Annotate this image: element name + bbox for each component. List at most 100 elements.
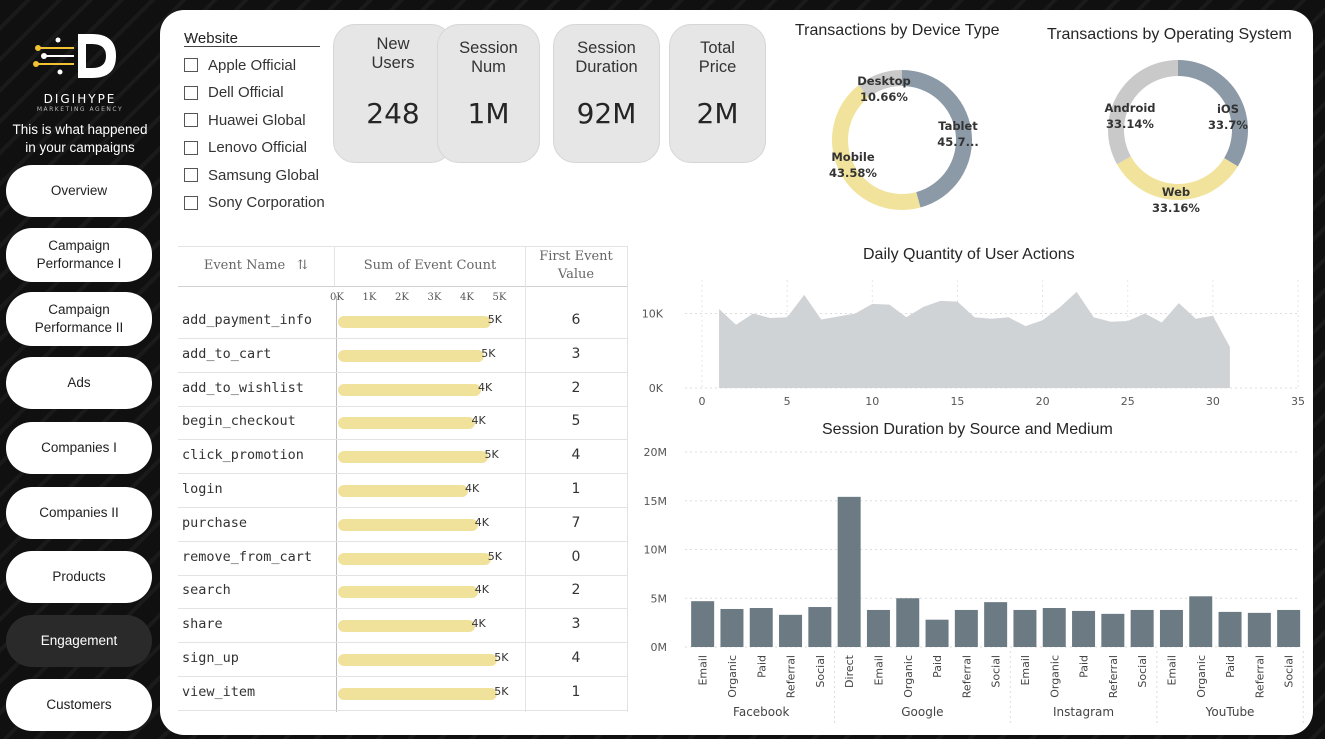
bar-youtube-organic[interactable] — [1189, 596, 1213, 647]
nav-button-companies-ii[interactable]: Companies II — [6, 487, 152, 539]
kpi-card: Session Duration 92M — [553, 24, 660, 163]
bar-google-organic[interactable] — [896, 598, 920, 647]
table-row[interactable]: search 4K 2 — [178, 575, 628, 610]
table-row[interactable]: begin_checkout 4K 5 — [178, 406, 628, 441]
table-row[interactable]: add_to_cart 5K 3 — [178, 339, 628, 373]
nav-button-ads[interactable]: Ads — [6, 357, 152, 409]
bar-google-social[interactable] — [984, 602, 1008, 647]
card-title-line: Price — [698, 58, 737, 76]
slicer-option[interactable]: Apple Official — [184, 55, 296, 75]
bar-facebook-referral[interactable] — [779, 614, 803, 647]
nav-button-customers[interactable]: Customers — [6, 679, 152, 731]
checkbox[interactable] — [184, 140, 198, 155]
event-name-cell: add_to_cart — [182, 345, 272, 362]
nav-button-label: Customers — [46, 697, 112, 712]
nav-button-campaign-performance-i[interactable]: Campaign Performance I — [6, 228, 152, 282]
sort-icon[interactable]: ⇅ — [297, 257, 308, 275]
checkbox[interactable] — [184, 58, 198, 72]
bar-facebook-paid[interactable] — [749, 608, 773, 647]
card-title: Session Num — [438, 39, 539, 77]
kpi-card: Total Price 2M — [669, 24, 766, 163]
bar-facebook-social[interactable] — [808, 607, 832, 647]
x-category-label: Email — [1165, 655, 1178, 686]
first-event-value-cell: 4 — [571, 447, 581, 464]
bar-youtube-paid[interactable] — [1218, 611, 1242, 647]
nav-button-label: Ads — [67, 375, 91, 390]
event-table: Event Name ⇅ Sum of Event Count First Ev… — [178, 246, 628, 712]
nav-button-products[interactable]: Products — [6, 551, 152, 603]
nav-button-campaign-performance-ii[interactable]: Campaign Performance II — [6, 292, 152, 346]
slicer-option-label: Dell Official — [208, 84, 284, 101]
bar-google-email[interactable] — [866, 609, 890, 647]
x-category-label: Referral — [1253, 655, 1266, 698]
donut-value-label: 33.14% — [1106, 117, 1154, 131]
table-row[interactable]: remove_from_cart 5K 0 — [178, 542, 628, 576]
checkbox[interactable] — [184, 168, 198, 182]
first-event-value-cell: 4 — [571, 650, 581, 666]
bar-google-direct[interactable] — [837, 496, 861, 647]
os-chart-title: Transactions by Operating System — [1047, 26, 1292, 43]
nav-button-overview[interactable]: Overview — [6, 165, 152, 217]
daily-actions-area-chart: 0K 10K 0 5 10 15 20 25 30 35 — [642, 280, 1305, 408]
col-header-first-event-value[interactable]: First Event Value — [526, 246, 626, 286]
x-category-label: Paid — [1078, 655, 1091, 678]
bar-instagram-organic[interactable] — [1042, 608, 1066, 647]
first-event-value-cell: 5 — [571, 413, 581, 430]
table-row[interactable]: view_item 5K 1 — [178, 677, 628, 711]
nav-button-label: Overview — [50, 183, 108, 198]
col-header-event-name[interactable]: Event Name ⇅ — [178, 246, 334, 286]
bar-youtube-email[interactable] — [1159, 609, 1183, 647]
table-row[interactable]: login 4K 1 — [178, 474, 628, 508]
bar-instagram-referral[interactable] — [1101, 613, 1125, 647]
card-value: 2M — [696, 97, 739, 130]
bar-instagram-social[interactable] — [1130, 609, 1154, 647]
slicer-option[interactable]: Sony Corporation — [184, 193, 325, 213]
x-category-label: Organic — [1195, 655, 1208, 698]
slicer-option[interactable]: Dell Official — [184, 83, 284, 103]
x-tick-label: 10 — [865, 395, 879, 408]
x-category-label: Organic — [726, 655, 739, 698]
bar-youtube-social[interactable] — [1277, 609, 1301, 647]
group-label: YouTube — [1205, 705, 1255, 719]
x-tick-label: 30 — [1206, 395, 1220, 408]
event-count-label: 4K — [471, 414, 486, 428]
bar-facebook-email[interactable] — [691, 601, 715, 647]
table-header-border — [178, 286, 628, 287]
table-row[interactable]: purchase 4K 7 — [178, 508, 628, 542]
bar-facebook-organic[interactable] — [720, 608, 744, 647]
slicer-option[interactable]: Lenovo Official — [184, 138, 307, 158]
table-row[interactable]: share 4K 3 — [178, 609, 628, 644]
donut-label: Mobile — [831, 150, 874, 164]
slicer-option[interactable]: Huawei Global — [184, 110, 306, 130]
donut-label: Web — [1162, 185, 1190, 199]
nav-button-companies-i[interactable]: Companies I — [6, 422, 152, 474]
area-series[interactable] — [719, 291, 1230, 388]
table-row[interactable]: add_to_wishlist 4K 2 — [178, 373, 628, 407]
card-title-line: Duration — [575, 58, 638, 76]
bar-google-referral[interactable] — [954, 609, 978, 647]
checkbox[interactable] — [184, 195, 198, 210]
event-name-cell: add_payment_info — [182, 312, 313, 328]
session-duration-bar-chart: 0M 5M 10M 15M 20M Email Organic Paid Referral Soc… — [644, 446, 1304, 725]
checkbox[interactable] — [184, 85, 198, 100]
table-row[interactable]: sign_up 5K 4 — [178, 643, 628, 677]
card-title: Session Duration — [554, 39, 659, 77]
bar-google-paid[interactable] — [925, 619, 949, 647]
x-category-label: Email — [1019, 655, 1032, 686]
event-count-label: 5K — [487, 549, 502, 563]
nav-button-engagement[interactable]: Engagement — [6, 615, 152, 667]
nav-button-label: Companies I — [41, 440, 117, 455]
bar-youtube-referral[interactable] — [1247, 612, 1271, 647]
table-row[interactable]: click_promotion 5K 4 — [178, 440, 628, 475]
bar-axis-tick: 4K — [460, 292, 474, 303]
bar-axis-tick: 1K — [362, 292, 377, 303]
slicer-option[interactable]: Samsung Global — [184, 165, 319, 185]
bar-instagram-paid[interactable] — [1072, 610, 1096, 647]
event-name-cell: begin_checkout — [182, 413, 296, 430]
event-count-bar — [338, 620, 475, 633]
website-slicer-dropdown[interactable]: Website ⌄ — [184, 29, 320, 47]
col-header-sum-event-count[interactable]: Sum of Event Count — [335, 246, 525, 286]
bar-instagram-email[interactable] — [1013, 609, 1037, 647]
table-row[interactable]: add_payment_info 5K 6 — [178, 305, 628, 339]
checkbox[interactable] — [184, 113, 198, 127]
